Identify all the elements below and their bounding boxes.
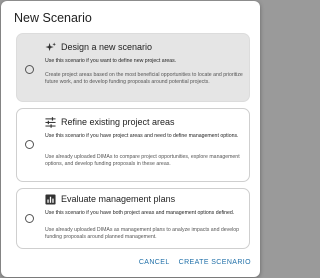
new-scenario-dialog: New Scenario Design a new scenario Use t…	[1, 1, 260, 277]
option-description: Use already uploaded DIMAs to compare pr…	[45, 154, 240, 168]
option-title: Evaluate management plans	[61, 194, 176, 204]
option-lead: Use this scenario if you want to define …	[45, 58, 177, 64]
option-evaluate-management-plans[interactable]: Evaluate management plans Use this scena…	[16, 188, 250, 249]
option-design-new-scenario[interactable]: Design a new scenario Use this scenario …	[16, 33, 250, 102]
option-lead: Use this scenario if you have project ar…	[45, 133, 239, 139]
dialog-actions: CANCEL CREATE SCENARIO	[139, 259, 251, 266]
option-lead: Use this scenario if you have both proje…	[45, 210, 235, 216]
option-title: Design a new scenario	[61, 42, 153, 52]
bar-chart-icon	[45, 194, 56, 205]
create-scenario-button[interactable]: CREATE SCENARIO	[179, 259, 251, 266]
option-refine-project-areas[interactable]: Refine existing project areas Use this s…	[16, 108, 250, 182]
dialog-title: New Scenario	[14, 11, 92, 25]
radio-button[interactable]	[25, 214, 34, 223]
radio-button[interactable]	[25, 65, 34, 74]
option-title: Refine existing project areas	[61, 117, 175, 127]
cancel-button[interactable]: CANCEL	[139, 259, 170, 266]
sparkle-icon	[45, 42, 56, 52]
tune-sliders-icon	[45, 117, 56, 128]
radio-button[interactable]	[25, 140, 34, 149]
option-description: Create project areas based on the most b…	[45, 72, 243, 86]
option-description: Use already uploaded DIMAs as management…	[45, 227, 240, 241]
